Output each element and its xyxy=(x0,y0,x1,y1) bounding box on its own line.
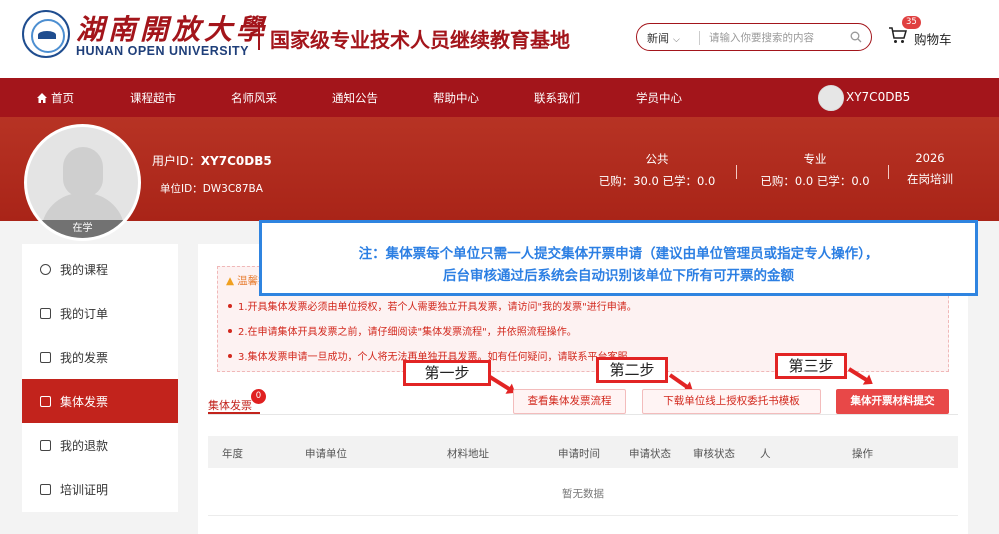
nav-item-help[interactable]: 帮助中心 xyxy=(433,90,479,106)
sidebar-item-label: 我的发票 xyxy=(60,351,109,365)
bullet-dot xyxy=(228,329,232,333)
sidebar-item-my-invoices[interactable]: 我的发票 xyxy=(22,335,178,379)
column-header-applicant-unit: 申请单位 xyxy=(305,448,347,460)
sidebar-item-my-orders[interactable]: 我的订单 xyxy=(22,291,178,335)
tab-active-indicator xyxy=(208,412,260,414)
invoice-icon xyxy=(40,352,51,363)
stat-year: 2026 在岗培训 xyxy=(900,151,960,187)
sidebar-item-my-refunds[interactable]: 我的退款 xyxy=(22,423,178,467)
submit-group-invoice-button[interactable]: 集体开票材料提交 xyxy=(836,389,949,414)
step-one-label: 第一步 xyxy=(403,360,491,386)
stat-professional: 专业 已购：0.0 已学：0.0 xyxy=(755,151,875,189)
search-scope-select[interactable]: 新闻 ⌵ xyxy=(647,30,680,46)
cart-count-badge: 35 xyxy=(902,16,921,29)
search-icon[interactable] xyxy=(850,31,862,43)
column-header-person: 人 xyxy=(760,448,771,460)
step-two-label: 第二步 xyxy=(596,357,668,383)
logo-english-name[interactable]: HUNAN OPEN UNIVERSITY xyxy=(76,44,249,58)
stat-public: 公共 已购：30.0 已学：0.0 xyxy=(595,151,719,189)
tab-bar-line xyxy=(208,414,958,415)
nav-item-contact[interactable]: 联系我们 xyxy=(534,90,580,106)
download-authorization-template-button[interactable]: 下载单位线上授权委托书模板 xyxy=(642,389,821,414)
top-header: 湖南開放大學 HUNAN OPEN UNIVERSITY 国家级专业技术人员继续… xyxy=(0,0,999,78)
sidebar-item-label: 培训证明 xyxy=(60,483,109,497)
stat-value: 已购：30.0 已学：0.0 xyxy=(598,174,716,188)
home-icon xyxy=(37,93,47,103)
invoice-icon xyxy=(40,396,51,407)
bullet-dot xyxy=(228,354,232,358)
profile-avatar: 在学 xyxy=(24,124,141,241)
nav-item-student-center[interactable]: 学员中心 xyxy=(636,90,682,106)
stat-title: 公共 xyxy=(645,152,669,166)
nav-item-course-market[interactable]: 课程超市 xyxy=(130,90,176,106)
column-header-actions: 操作 xyxy=(852,448,873,460)
avatar-status-label: 在学 xyxy=(27,220,138,238)
annotation-note-line1: 注：集体票每个单位只需一人提交集体开票申请（建议由单位管理员或指定专人操作）， xyxy=(358,246,879,262)
search-input[interactable] xyxy=(709,29,839,47)
column-header-review-status: 审核状态 xyxy=(693,448,735,460)
nav-item-home[interactable]: 首页 xyxy=(37,90,74,106)
stat-divider xyxy=(736,165,737,179)
cart-icon xyxy=(889,27,907,43)
unit-id-label: 单位ID： xyxy=(160,183,203,195)
avatar-head-shape xyxy=(63,147,103,197)
site-subtitle: 国家级专业技术人员继续教育基地 xyxy=(270,28,570,52)
document-icon xyxy=(40,308,51,319)
view-invoice-flow-button[interactable]: 查看集体发票流程 xyxy=(513,389,626,414)
stat-value: 已购：0.0 已学：0.0 xyxy=(760,174,870,188)
annotation-note-line2: 后台审核通过后系统会自动识别该单位下所有可开票的金额 xyxy=(443,268,794,284)
unit-id-value: DW3C87BA xyxy=(202,183,263,195)
certificate-icon xyxy=(40,484,51,495)
sidebar-item-label: 我的订单 xyxy=(60,307,109,321)
step-three-label: 第三步 xyxy=(775,353,847,379)
user-id-line: 用户ID：XY7C0DB5 xyxy=(152,152,272,169)
search-bar: 新闻 ⌵ xyxy=(636,23,872,51)
user-id-label: 用户ID： xyxy=(152,154,201,168)
sidebar-item-group-invoice[interactable]: 集体发票 xyxy=(22,379,178,423)
nav-item-notices[interactable]: 通知公告 xyxy=(332,90,378,106)
column-header-apply-status: 申请状态 xyxy=(629,448,671,460)
stat-title: 2026 xyxy=(915,151,945,165)
tab-count-badge: 0 xyxy=(251,389,266,404)
logo-chinese-name[interactable]: 湖南開放大學 xyxy=(76,8,268,48)
sidebar-item-training-certificate[interactable]: 培训证明 xyxy=(22,467,178,511)
stat-divider xyxy=(888,165,889,179)
nav-item-label: 首页 xyxy=(51,91,74,105)
refund-icon xyxy=(40,440,51,451)
tip-item: 1.开具集体发票必须由单位授权，若个人需要独立开具发票，请访问"我的发票"进行申… xyxy=(228,298,637,313)
user-avatar[interactable] xyxy=(818,85,844,111)
university-logo-icon[interactable] xyxy=(22,10,70,58)
tip-item: 2.在申请集体开具发票之前，请仔细阅读"集体发票流程"，并依照流程操作。 xyxy=(228,323,577,338)
chevron-down-icon: ⌵ xyxy=(673,35,680,45)
sidebar-item-label: 我的退款 xyxy=(60,439,109,453)
bullet-dot xyxy=(228,304,232,308)
tip-text: 1.开具集体发票必须由单位授权，若个人需要独立开具发票，请访问"我的发票"进行申… xyxy=(238,302,637,313)
tab-group-invoice[interactable]: 集体发票 xyxy=(208,397,252,413)
column-header-material-address: 材料地址 xyxy=(447,448,489,460)
sidebar: 我的课程 我的订单 我的发票 集体发票 我的退款 培训证明 xyxy=(22,244,178,512)
nav-item-teachers[interactable]: 名师风采 xyxy=(231,90,277,106)
user-id-value: XY7C0DB5 xyxy=(200,154,272,168)
column-header-year: 年度 xyxy=(222,448,243,460)
nav-username[interactable]: XY7C0DB5 xyxy=(846,90,910,104)
sidebar-item-label: 集体发票 xyxy=(60,395,109,409)
unit-id-line: 单位ID：DW3C87BA xyxy=(160,181,263,196)
stat-value: 在岗培训 xyxy=(907,172,953,186)
cart-label: 购物车 xyxy=(914,32,952,47)
table-bottom-line xyxy=(208,515,958,516)
search-separator xyxy=(699,31,700,45)
stat-title: 专业 xyxy=(803,152,827,166)
table-empty-text: 暂无数据 xyxy=(562,488,604,500)
logo-divider xyxy=(258,24,260,50)
tip-text: 2.在申请集体开具发票之前，请仔细阅读"集体发票流程"，并依照流程操作。 xyxy=(238,327,577,338)
search-scope-label: 新闻 xyxy=(647,32,669,45)
column-header-apply-time: 申请时间 xyxy=(558,448,600,460)
